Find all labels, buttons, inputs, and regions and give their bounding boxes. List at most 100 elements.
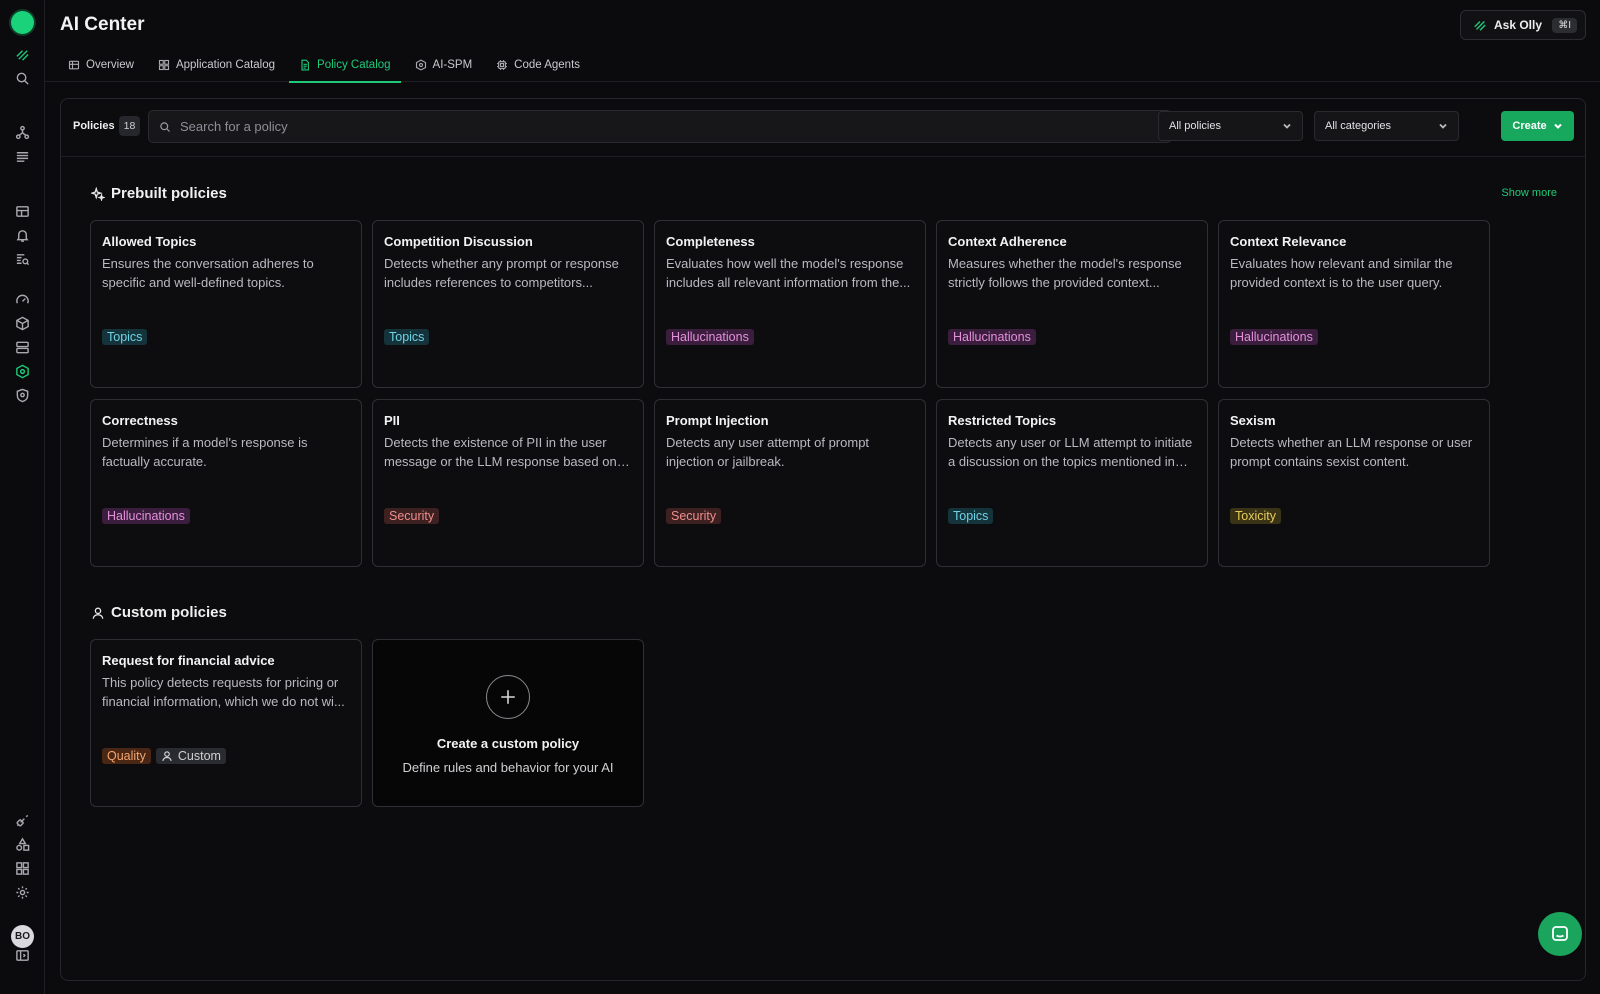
ask-olly-button[interactable]: Ask Olly ⌘I: [1460, 10, 1586, 40]
card-description: Evaluates how relevant and similar the p…: [1230, 256, 1453, 290]
policy-panel: Policies 18 All policies All categories …: [60, 98, 1586, 981]
policy-card-correctness[interactable]: Correctness Determines if a model's resp…: [90, 399, 362, 567]
bell-icon[interactable]: [13, 226, 32, 245]
policy-card-financial-advice[interactable]: Request for financial advice This policy…: [90, 639, 362, 807]
card-title: PII: [384, 413, 400, 428]
collapse-sidebar-icon[interactable]: [13, 946, 32, 965]
policy-card-allowed-topics[interactable]: Allowed Topics Ensures the conversation …: [90, 220, 362, 388]
custom-tag: Custom: [155, 748, 226, 764]
explore-icon[interactable]: [13, 250, 32, 269]
card-description: Measures whether the model's response st…: [948, 256, 1182, 290]
ai-center-icon[interactable]: [13, 362, 32, 381]
create-button[interactable]: Create: [1501, 111, 1574, 141]
tab-label: Overview: [86, 59, 134, 71]
category-tag: Hallucinations: [102, 508, 190, 524]
create-card-title: Create a custom policy: [436, 736, 580, 751]
category-tag: Toxicity: [1230, 508, 1281, 524]
tab-label: AI-SPM: [432, 59, 473, 71]
tab-label: Application Catalog: [175, 59, 276, 71]
policy-card-competition-discussion[interactable]: Competition Discussion Detects whether a…: [372, 220, 644, 388]
search-input[interactable]: [180, 119, 1080, 134]
categories-filter-dropdown[interactable]: All categories: [1314, 111, 1459, 141]
create-label: Create: [1512, 120, 1547, 132]
topology-icon[interactable]: [13, 123, 32, 142]
chevron-down-icon: [1553, 123, 1562, 129]
custom-grid: Request for financial advice This policy…: [90, 639, 1490, 807]
category-tag: Hallucinations: [1230, 329, 1318, 345]
policy-card-prompt-injection[interactable]: Prompt Injection Detects any user attemp…: [654, 399, 926, 567]
card-description: This policy detects requests for pricing…: [102, 675, 345, 709]
integrations-icon[interactable]: [13, 811, 32, 830]
card-description: Detects the existence of PII in the user…: [384, 435, 617, 469]
tab-overview[interactable]: Overview: [68, 56, 146, 82]
card-title: Correctness: [102, 413, 178, 428]
policy-card-completeness[interactable]: Completeness Evaluates how well the mode…: [654, 220, 926, 388]
chat-icon: [1552, 926, 1568, 941]
card-title: Allowed Topics: [102, 234, 197, 249]
gear-icon[interactable]: [13, 883, 32, 902]
avatar[interactable]: BO: [11, 925, 34, 948]
tab-ai-spm[interactable]: AI-SPM: [415, 56, 485, 82]
policy-toolbar: Policies 18 All policies All categories …: [61, 99, 1585, 157]
search-icon[interactable]: [13, 69, 32, 88]
olly-icon[interactable]: [13, 45, 32, 64]
security-shield-icon[interactable]: [13, 386, 32, 405]
shield-icon: [415, 59, 426, 71]
grid-icon: [158, 59, 169, 71]
tab-policy-catalog[interactable]: Policy Catalog: [289, 56, 403, 83]
sparkle-icon: [91, 186, 105, 201]
document-icon: [301, 59, 309, 71]
shortcut-badge: ⌘I: [1552, 17, 1577, 33]
category-tag: Security: [666, 508, 722, 524]
shapes-icon[interactable]: [13, 835, 32, 854]
table-icon: [68, 60, 80, 70]
card-description: Detects any user attempt of prompt injec…: [666, 435, 870, 469]
policy-card-restricted-topics[interactable]: Restricted Topics Detects any user or LL…: [936, 399, 1208, 567]
category-tag: Topics: [948, 508, 994, 524]
create-custom-policy-card[interactable]: Create a custom policy Define rules and …: [372, 639, 644, 807]
card-title: Completeness: [666, 234, 755, 249]
category-tag: Hallucinations: [666, 329, 754, 345]
policy-card-pii[interactable]: PII Detects the existence of PII in the …: [372, 399, 644, 567]
policies-filter-dropdown[interactable]: All policies: [1158, 111, 1303, 141]
category-tag: Hallucinations: [948, 329, 1036, 345]
section-title-text: Custom policies: [111, 604, 227, 621]
card-title: Request for financial advice: [102, 653, 275, 668]
tab-application-catalog[interactable]: Application Catalog: [158, 56, 287, 82]
dropdown-value: All policies: [1169, 120, 1221, 132]
category-tag: Security: [384, 508, 440, 524]
custom-section-title: Custom policies: [91, 604, 227, 621]
policy-card-context-adherence[interactable]: Context Adherence Measures whether the m…: [936, 220, 1208, 388]
chevron-down-icon: [1439, 123, 1447, 129]
gauge-icon[interactable]: [13, 290, 32, 309]
create-card-subtitle: Define rules and behavior for your AI: [402, 760, 614, 775]
chat-support-button[interactable]: [1538, 912, 1582, 956]
user-icon: [92, 607, 104, 619]
card-title: Context Adherence: [948, 234, 1067, 249]
logs-icon[interactable]: [13, 147, 32, 166]
olly-icon: [1474, 21, 1486, 31]
policy-card-context-relevance[interactable]: Context Relevance Evaluates how relevant…: [1218, 220, 1490, 388]
app-logo[interactable]: [11, 11, 34, 34]
prebuilt-section-title: Prebuilt policies: [91, 185, 227, 202]
ask-olly-label: Ask Olly: [1494, 18, 1543, 32]
cube-icon[interactable]: [13, 314, 32, 333]
dashboard-icon[interactable]: [13, 202, 32, 221]
card-title: Sexism: [1230, 413, 1276, 428]
tab-label: Policy Catalog: [317, 59, 391, 71]
tab-bar: Overview Application Catalog Policy Cata…: [68, 56, 604, 83]
topbar: AI Center Ask Olly ⌘I Overview Applicati…: [45, 0, 1600, 83]
card-title: Restricted Topics: [948, 413, 1057, 428]
policies-count-badge: 18: [119, 116, 140, 136]
dropdown-value: All categories: [1325, 120, 1392, 132]
show-more-link[interactable]: Show more: [1501, 187, 1557, 199]
custom-tag-label: Custom: [177, 749, 221, 763]
policy-card-sexism[interactable]: Sexism Detects whether an LLM response o…: [1218, 399, 1490, 567]
card-title: Competition Discussion: [384, 234, 533, 249]
search-icon: [160, 121, 170, 132]
tab-code-agents[interactable]: Code Agents: [496, 56, 592, 82]
prebuilt-grid: Allowed Topics Ensures the conversation …: [90, 220, 1490, 567]
search-box[interactable]: [148, 110, 1172, 143]
server-icon[interactable]: [13, 338, 32, 357]
apps-grid-icon[interactable]: [13, 859, 32, 878]
